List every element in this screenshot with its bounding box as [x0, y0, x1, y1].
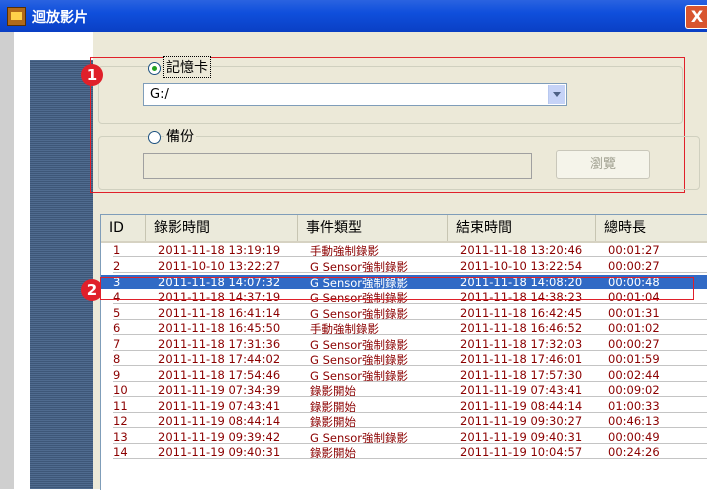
- row-record-time: 2011-11-18 13:19:19: [158, 243, 281, 257]
- row-end-time: 2011-11-18 16:42:45: [460, 305, 583, 320]
- row-id: 8: [113, 352, 121, 366]
- row-id: 9: [113, 367, 121, 382]
- row-id: 7: [113, 336, 121, 351]
- table-row[interactable]: 9 2011-11-18 17:54:46 G Sensor強制錄影 2011-11-…: [101, 367, 707, 383]
- close-button[interactable]: X: [685, 5, 707, 29]
- row-end-time: 2011-11-18 16:46:52: [460, 321, 583, 335]
- row-divider: [113, 318, 707, 320]
- row-record-time: 2011-11-19 09:39:42: [158, 429, 281, 444]
- row-end-time: 2011-11-19 09:40:31: [460, 429, 583, 444]
- row-duration: 00:00:49: [608, 429, 660, 444]
- row-divider: [113, 442, 707, 444]
- table-row[interactable]: 14 2011-11-19 09:40:31 錄影開始 2011-11-19 10:0…: [101, 445, 707, 460]
- row-id: 2: [113, 258, 121, 273]
- row-divider: [113, 411, 707, 413]
- row-record-time: 2011-10-10 13:22:27: [158, 258, 281, 273]
- row-duration: 00:01:02: [608, 321, 660, 335]
- row-id: 14: [113, 445, 128, 459]
- row-duration: 00:09:02: [608, 383, 660, 397]
- row-divider: [113, 365, 707, 366]
- row-record-time: 2011-11-18 17:44:02: [158, 352, 281, 366]
- row-id: 13: [113, 429, 128, 444]
- browse-button: 瀏覽: [556, 150, 650, 179]
- row-duration: 00:00:27: [608, 336, 660, 351]
- backup-label[interactable]: 備份: [164, 126, 196, 146]
- row-duration: 00:02:44: [608, 367, 660, 382]
- row-id: 12: [113, 414, 128, 428]
- row-end-time: 2011-11-19 08:44:14: [460, 398, 583, 413]
- row-record-time: 2011-11-19 07:34:39: [158, 383, 281, 397]
- table-header: ID 錄影時間 事件類型 結束時間 總時長: [101, 215, 707, 243]
- highlight-box-selected-row: [100, 277, 694, 300]
- app-icon: [7, 7, 26, 26]
- recordings-table[interactable]: ID 錄影時間 事件類型 結束時間 總時長 1 2011-11-18 13:19:…: [100, 214, 707, 490]
- row-duration: 00:00:27: [608, 258, 660, 273]
- memory-card-label[interactable]: 記憶卡: [163, 56, 211, 78]
- row-end-time: 2011-11-18 13:20:46: [460, 243, 583, 257]
- row-end-time: 2011-11-18 17:46:01: [460, 352, 583, 366]
- row-record-time: 2011-11-19 08:44:14: [158, 414, 281, 428]
- title-bar: 迴放影片 X: [0, 0, 707, 32]
- row-record-time: 2011-11-18 17:54:46: [158, 367, 281, 382]
- row-divider: [113, 256, 707, 257]
- row-duration: 00:01:59: [608, 352, 660, 366]
- row-id: 6: [113, 321, 121, 335]
- table-row[interactable]: 8 2011-11-18 17:44:02 G Sensor強制錄影 2011-11-…: [101, 352, 707, 367]
- window-edge: [0, 32, 14, 489]
- row-divider: [113, 271, 707, 273]
- row-record-time: 2011-11-18 16:45:50: [158, 321, 281, 335]
- row-record-time: 2011-11-19 09:40:31: [158, 445, 281, 459]
- side-panel: [30, 60, 93, 489]
- table-row[interactable]: 11 2011-11-19 07:43:41 錄影開始 2011-11-19 08:4…: [101, 398, 707, 414]
- table-row[interactable]: 12 2011-11-19 08:44:14 錄影開始 2011-11-19 09:3…: [101, 414, 707, 429]
- column-header-duration[interactable]: 總時長: [596, 215, 707, 241]
- row-divider: [113, 349, 707, 351]
- row-record-time: 2011-11-18 17:31:36: [158, 336, 281, 351]
- row-end-time: 2011-11-18 17:32:03: [460, 336, 583, 351]
- row-id: 1: [113, 243, 121, 257]
- row-divider: [113, 380, 707, 382]
- table-row[interactable]: 1 2011-11-18 13:19:19 手動強制錄影 2011-11-18 13:…: [101, 243, 707, 258]
- row-duration: 01:00:33: [608, 398, 660, 413]
- backup-path-input: [143, 153, 532, 179]
- row-end-time: 2011-11-18 17:57:30: [460, 367, 583, 382]
- table-row[interactable]: 5 2011-11-18 16:41:14 G Sensor強制錄影 2011-11-…: [101, 305, 707, 321]
- row-divider: [113, 303, 707, 304]
- row-id: 5: [113, 305, 121, 320]
- column-header-event-type[interactable]: 事件類型: [298, 215, 448, 241]
- row-end-time: 2011-11-19 09:30:27: [460, 414, 583, 428]
- column-header-record-time[interactable]: 錄影時間: [146, 215, 298, 241]
- row-id: 11: [113, 398, 128, 413]
- row-end-time: 2011-11-19 07:43:41: [460, 383, 583, 397]
- row-end-time: 2011-11-19 10:04:57: [460, 445, 583, 459]
- row-divider: [113, 334, 707, 335]
- memory-card-path-value: G:/: [150, 87, 169, 102]
- table-row[interactable]: 2 2011-10-10 13:22:27 G Sensor強制錄影 2011-10-…: [101, 258, 707, 274]
- window-title: 迴放影片: [32, 10, 88, 26]
- memory-card-radio[interactable]: [148, 62, 161, 75]
- row-id: 10: [113, 383, 128, 397]
- chevron-down-icon[interactable]: [548, 85, 565, 104]
- step-badge-1: 1: [81, 64, 103, 86]
- row-record-time: 2011-11-19 07:43:41: [158, 398, 281, 413]
- table-row[interactable]: 10 2011-11-19 07:34:39 錄影開始 2011-11-19 07:4…: [101, 383, 707, 398]
- column-header-end-time[interactable]: 結束時間: [448, 215, 596, 241]
- memory-card-path-select[interactable]: G:/: [143, 83, 567, 106]
- table-row[interactable]: 13 2011-11-19 09:39:42 G Sensor強制錄影 2011-11…: [101, 429, 707, 445]
- table-row[interactable]: 6 2011-11-18 16:45:50 手動強制錄影 2011-11-18 16:…: [101, 321, 707, 336]
- row-record-time: 2011-11-18 16:41:14: [158, 305, 281, 320]
- row-duration: 00:01:31: [608, 305, 660, 320]
- row-duration: 00:01:27: [608, 243, 660, 257]
- column-header-id[interactable]: ID: [101, 215, 146, 241]
- row-duration: 00:24:26: [608, 445, 660, 459]
- row-duration: 00:46:13: [608, 414, 660, 428]
- table-row[interactable]: 7 2011-11-18 17:31:36 G Sensor強制錄影 2011-11-…: [101, 336, 707, 352]
- row-divider: [113, 396, 707, 397]
- row-end-time: 2011-10-10 13:22:54: [460, 258, 583, 273]
- row-divider: [113, 458, 707, 459]
- row-divider: [113, 427, 707, 428]
- backup-radio[interactable]: [148, 131, 161, 144]
